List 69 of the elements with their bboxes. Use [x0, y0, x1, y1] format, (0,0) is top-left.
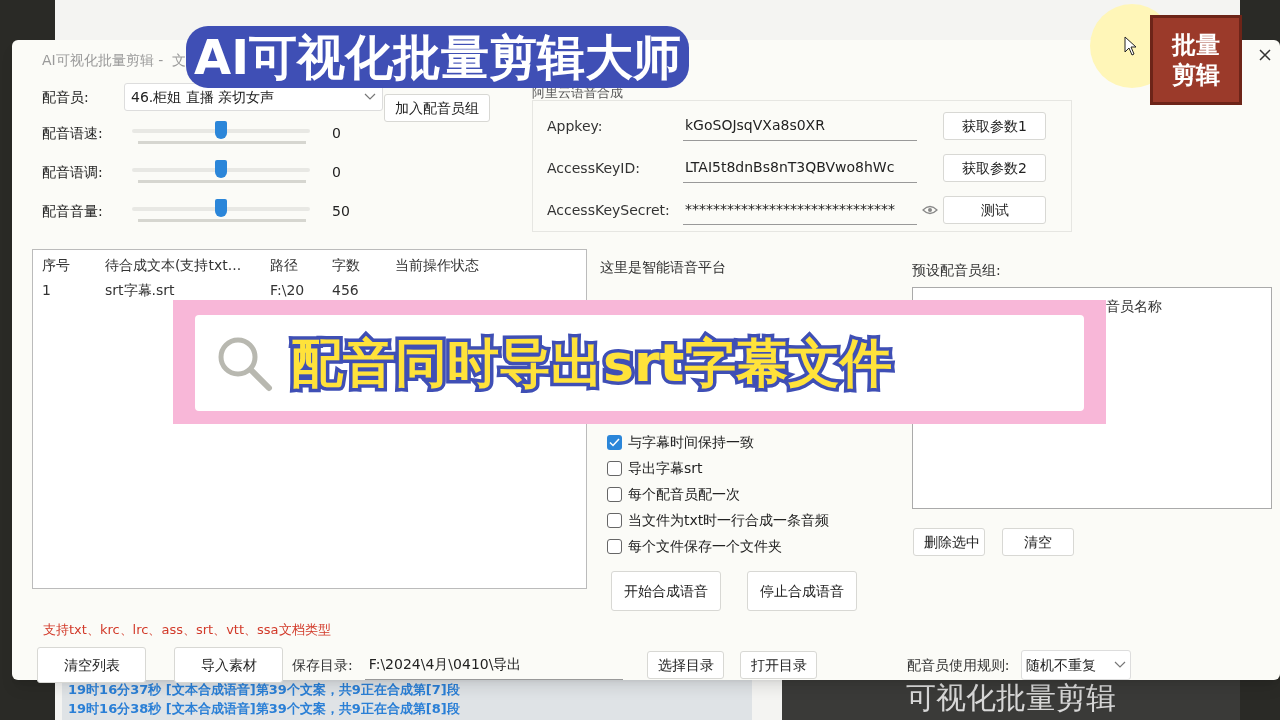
checkbox[interactable] — [607, 538, 622, 554]
column-header[interactable]: 当前操作状态 — [395, 254, 545, 276]
column-header[interactable]: 序号 — [42, 254, 105, 276]
slider-label: 配音音量: — [42, 202, 104, 221]
checkbox-label: 导出字幕srt — [628, 458, 703, 478]
table-cell-text: 456 — [332, 281, 360, 300]
log-line: 19时16分38秒 [文本合成语音]第39个文案，共9正在合成第[8]段 — [68, 700, 461, 718]
rule-dropdown[interactable]: 随机不重复 — [1021, 650, 1132, 680]
text-field[interactable]: LTAI5t8dnBs8nT3QBVwo8hWc — [683, 153, 917, 183]
video-title: AI可视化批量剪辑大师 — [186, 26, 689, 88]
directory-button[interactable]: 打开目录 — [739, 651, 817, 679]
fetch-button[interactable]: 测试 — [943, 196, 1046, 224]
rule-label: 配音员使用规则: — [906, 655, 1010, 675]
checkbox-label: 每个配音员配一次 — [628, 484, 740, 504]
voice-label: 配音员: — [42, 87, 90, 107]
preset-group-label: 预设配音员组: — [912, 261, 1002, 280]
table-cell-text: srt字幕.srt — [105, 281, 176, 300]
action-button[interactable]: 开始合成语音 — [611, 571, 721, 611]
logo-text: 剪辑 — [1172, 60, 1220, 90]
save-dir-field[interactable]: F:\2024\4月\0410\导出 — [364, 650, 623, 680]
cursor-icon — [1124, 36, 1138, 56]
slider-value: 50 — [332, 202, 350, 221]
column-header[interactable]: 字数 — [332, 254, 395, 276]
checkbox[interactable] — [607, 434, 622, 450]
column-header[interactable]: 待合成文本(支持txt... — [105, 254, 270, 276]
directory-button[interactable]: 选择目录 — [646, 651, 724, 679]
list-action-button[interactable]: 清空列表 — [37, 647, 146, 683]
action-button[interactable]: 停止合成语音 — [747, 571, 857, 611]
close-icon[interactable] — [1258, 48, 1272, 62]
text-field[interactable]: ****************************** — [683, 195, 917, 225]
column-header[interactable]: 路径 — [270, 254, 332, 276]
checkbox[interactable] — [607, 460, 622, 476]
supported-types-note: 支持txt、krc、lrc、ass、srt、vtt、ssa文档类型 — [42, 621, 331, 639]
list-header: 音员名称 — [1106, 298, 1162, 314]
fetch-button[interactable]: 获取参数2 — [943, 154, 1046, 182]
slider-value: 0 — [332, 124, 341, 143]
list-button[interactable]: 删除选中 — [913, 528, 985, 556]
checkbox[interactable] — [607, 486, 622, 502]
checkbox-label: 与字幕时间保持一致 — [628, 432, 754, 452]
add-group-button[interactable]: 加入配音员组 — [384, 94, 490, 122]
table-cell-text: 1 — [42, 281, 52, 300]
chevron-down-icon — [1114, 661, 1127, 669]
checkbox-label: 每个文件保存一个文件夹 — [628, 536, 782, 556]
field-label: AccessKeyID: — [547, 158, 641, 178]
eye-icon[interactable] — [922, 205, 938, 215]
table-cell-text: F:\20 — [270, 281, 306, 300]
save-dir-label: 保存目录: — [292, 655, 353, 675]
slider-label: 配音语调: — [42, 163, 104, 182]
text-field[interactable]: kGoSOJsqVXa8s0XR — [683, 111, 917, 141]
log-line: 19时16分37秒 [文本合成语音]第39个文案，共9正在合成第[7]段 — [68, 681, 461, 699]
list-button[interactable]: 清空 — [1002, 528, 1074, 556]
slider-thumb[interactable] — [215, 120, 227, 139]
caption-text: 配音同时导出srt字幕文件 — [291, 332, 893, 395]
field-label: Appkey: — [547, 116, 604, 136]
platform-note: 这里是智能语音平台 — [600, 258, 727, 277]
list-action-button[interactable]: 导入素材 — [174, 647, 283, 683]
slider-thumb[interactable] — [215, 198, 227, 217]
window-title: AI可视化批量剪辑 - 文 — [42, 50, 187, 70]
field-label: AccessKeySecret: — [547, 200, 671, 220]
checkbox-label: 当文件为txt时一行合成一条音频 — [628, 510, 830, 530]
slider-thumb[interactable] — [215, 159, 227, 178]
logo-text: 批量 — [1172, 30, 1220, 60]
chevron-down-icon — [364, 93, 376, 101]
preview-text: 可视化批量剪辑 — [906, 680, 1116, 716]
check-icon — [609, 437, 620, 447]
slider-value: 0 — [332, 163, 341, 182]
checkbox[interactable] — [607, 512, 622, 528]
slider-label: 配音语速: — [42, 124, 104, 143]
fetch-button[interactable]: 获取参数1 — [943, 112, 1046, 140]
